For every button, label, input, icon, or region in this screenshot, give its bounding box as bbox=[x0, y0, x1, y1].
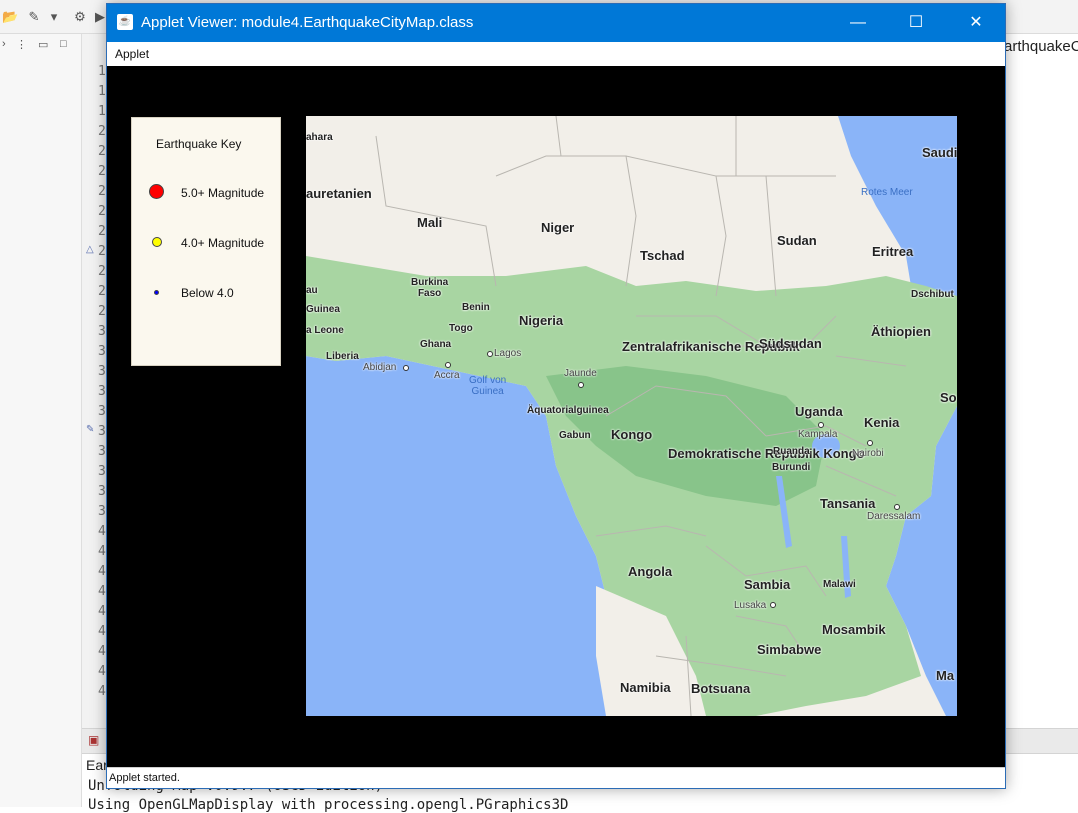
map-label-so: So bbox=[940, 390, 957, 405]
console-icon[interactable]: ▣ bbox=[88, 733, 99, 747]
minimize-icon: — bbox=[850, 14, 866, 31]
map-label-sahara: ahara bbox=[306, 132, 333, 143]
map-label-saudi: Saudi bbox=[922, 145, 957, 160]
key-marker-small bbox=[154, 290, 159, 295]
map-label-city: Kampala bbox=[798, 429, 838, 440]
close-icon: ✕ bbox=[969, 14, 983, 31]
city-marker bbox=[894, 504, 900, 510]
earthquake-map[interactable]: ahara auretanien Saudi Mali Niger Tschad… bbox=[306, 116, 957, 716]
map-label-country: Simbabwe bbox=[757, 642, 822, 657]
map-label-city: Lusaka bbox=[734, 600, 767, 611]
key-marker-large bbox=[149, 184, 164, 199]
map-label-city: Daressalam bbox=[867, 511, 921, 522]
city-marker bbox=[818, 422, 824, 428]
map-label-country: Südsudan bbox=[759, 336, 822, 351]
map-label-country: Zentralafrikanische Republik bbox=[622, 339, 800, 354]
ide-package-explorer: › ⋮ ▭ □ bbox=[0, 34, 82, 807]
window-title: Applet Viewer: module4.EarthquakeCityMap… bbox=[141, 14, 474, 31]
map-label-sea: Rotes Meer bbox=[861, 187, 913, 198]
map-label-country: Sudan bbox=[777, 233, 817, 248]
menu-applet[interactable]: Applet bbox=[115, 47, 149, 61]
map-label-country: Äthiopien bbox=[871, 324, 931, 339]
window-titlebar[interactable]: ☕ Applet Viewer: module4.EarthquakeCityM… bbox=[107, 4, 1005, 42]
map-label-country: Eritrea bbox=[872, 244, 914, 259]
map-label-gabun: Gabun bbox=[559, 430, 591, 441]
key-label-medium: 4.0+ Magnitude bbox=[181, 236, 265, 250]
console-label: Ear bbox=[86, 757, 108, 773]
map-label-city: Accra bbox=[434, 370, 460, 381]
map-label-country: Namibia bbox=[620, 680, 671, 695]
chevron-down-icon[interactable]: ▾ bbox=[46, 9, 62, 25]
map-label-country: Niger bbox=[541, 220, 575, 235]
map-label-country: Uganda bbox=[795, 404, 843, 419]
map-label-dschibuti: Dschibut bbox=[911, 289, 954, 300]
task-marker-icon: ✎ bbox=[86, 424, 95, 435]
map-label-country: Malawi bbox=[823, 579, 856, 590]
maximize-view-icon[interactable]: □ bbox=[60, 38, 67, 50]
pen-icon[interactable]: ✎ bbox=[26, 9, 42, 25]
console-line: Using OpenGLMapDisplay with processing.o… bbox=[88, 797, 569, 813]
key-label-small: Below 4.0 bbox=[181, 286, 234, 300]
applet-menubar: Applet bbox=[107, 42, 1005, 66]
applet-canvas[interactable]: Earthquake Key 5.0+ Magnitude 4.0+ Magni… bbox=[107, 66, 1005, 767]
editor-tab-title[interactable]: arthquakeC bbox=[1004, 38, 1078, 55]
map-label-city: Nairobi bbox=[852, 448, 884, 459]
key-marker-medium bbox=[152, 237, 162, 247]
key-label-large: 5.0+ Magnitude bbox=[181, 186, 265, 200]
map-label-ma: Ma bbox=[936, 668, 955, 683]
minimize-button[interactable]: — bbox=[829, 4, 887, 42]
city-marker bbox=[487, 351, 493, 357]
maximize-icon: ☐ bbox=[908, 14, 924, 31]
map-label-country: Tansania bbox=[820, 496, 876, 511]
applet-statusbar: Applet started. bbox=[107, 767, 1005, 788]
city-marker bbox=[445, 362, 451, 368]
map-label-mauretanien: auretanien bbox=[306, 186, 372, 201]
map-label-country: Angola bbox=[628, 564, 673, 579]
maximize-button[interactable]: ☐ bbox=[887, 4, 945, 42]
map-label-country: Nigeria bbox=[519, 313, 564, 328]
debug-icon[interactable]: ⚙ bbox=[72, 9, 88, 25]
map-label-au: au bbox=[306, 285, 318, 296]
map-label-country: Kenia bbox=[864, 415, 900, 430]
city-marker bbox=[578, 382, 584, 388]
map-label-togo: Togo bbox=[449, 323, 473, 334]
chevron-right-icon[interactable]: › bbox=[2, 38, 6, 50]
key-title: Earthquake Key bbox=[156, 137, 242, 151]
override-marker-icon: △ bbox=[86, 244, 94, 255]
map-label-country: Sambia bbox=[744, 577, 791, 592]
map-label-country: Mosambik bbox=[822, 622, 886, 637]
close-button[interactable]: ✕ bbox=[947, 4, 1005, 42]
applet-viewer-window: ☕ Applet Viewer: module4.EarthquakeCityM… bbox=[106, 3, 1006, 789]
minimize-view-icon[interactable]: ▭ bbox=[38, 38, 48, 51]
view-menu-icon[interactable]: ⋮ bbox=[16, 38, 27, 51]
map-label-city: Jaunde bbox=[564, 368, 597, 379]
map-label-benin: Benin bbox=[462, 302, 490, 313]
earthquake-key: Earthquake Key 5.0+ Magnitude 4.0+ Magni… bbox=[131, 117, 281, 366]
java-icon: ☕ bbox=[117, 14, 133, 30]
status-text: Applet started. bbox=[109, 772, 180, 784]
city-marker bbox=[403, 365, 409, 371]
city-marker bbox=[770, 602, 776, 608]
map-label-sea: Golf von Guinea bbox=[469, 375, 507, 397]
map-label-ruanda: Ruanda bbox=[773, 446, 810, 457]
map-label-country: Kongo bbox=[611, 427, 653, 442]
map-label-city: Abidjan bbox=[363, 362, 397, 373]
map-label-aequatorial: Äquatorialguinea bbox=[527, 405, 609, 416]
city-marker bbox=[867, 440, 873, 446]
map-label-burkina: Burkina Faso bbox=[411, 277, 449, 299]
map-label-burundi: Burundi bbox=[772, 462, 811, 473]
map-label-liberia: Liberia bbox=[326, 351, 359, 362]
map-label-country: Botsuana bbox=[691, 681, 751, 696]
map-label-country: Demokratische Republik Kongo bbox=[668, 446, 865, 461]
map-label-country: Tschad bbox=[640, 248, 685, 263]
open-folder-icon[interactable]: 📂 bbox=[2, 9, 18, 25]
map-label-guinea: Guinea bbox=[306, 304, 340, 315]
map-label-country: Mali bbox=[417, 215, 443, 230]
map-label-ghana: Ghana bbox=[420, 339, 452, 350]
map-label-city: Lagos bbox=[494, 348, 522, 359]
map-label-sierra: a Leone bbox=[306, 325, 344, 336]
